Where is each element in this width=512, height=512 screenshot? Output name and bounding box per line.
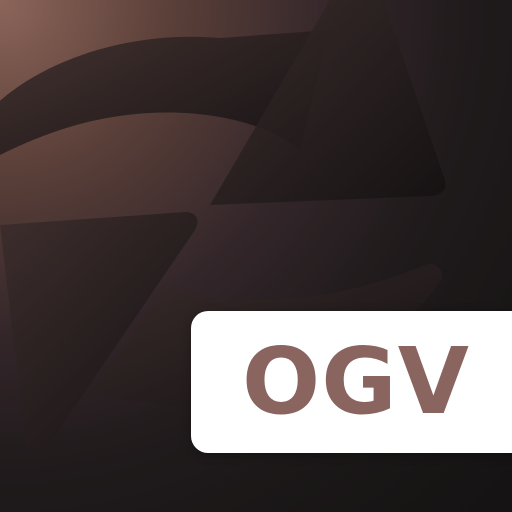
app-icon: OGV: [0, 0, 512, 512]
format-label: OGV: [242, 328, 470, 435]
